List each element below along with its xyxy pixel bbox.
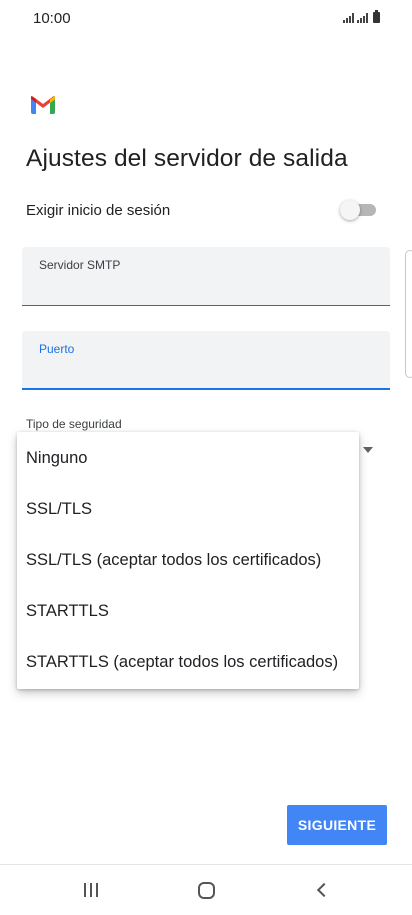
recent-apps-button[interactable]	[51, 865, 131, 915]
signal-icon	[343, 13, 354, 23]
menu-item-none[interactable]: Ninguno	[17, 433, 359, 484]
port-field[interactable]: Puerto	[22, 331, 390, 390]
back-icon	[316, 882, 332, 898]
signal-icon	[357, 13, 368, 23]
status-bar: 10:00	[0, 0, 412, 36]
menu-item-starttls-accept-all[interactable]: STARTTLS (aceptar todos los certificados…	[17, 637, 359, 688]
status-time: 10:00	[33, 10, 71, 27]
menu-item-ssl-tls-accept-all[interactable]: SSL/TLS (aceptar todos los certificados)	[17, 535, 359, 586]
smtp-server-field[interactable]: Servidor SMTP	[22, 247, 390, 306]
field-underline	[22, 388, 390, 390]
recent-apps-icon	[84, 883, 98, 897]
next-button[interactable]: SIGUIENTE	[287, 805, 387, 845]
menu-item-starttls[interactable]: STARTTLS	[17, 586, 359, 637]
battery-icon	[373, 10, 380, 23]
field-underline	[22, 305, 390, 306]
security-type-menu: Ninguno SSL/TLS SSL/TLS (aceptar todos l…	[17, 432, 359, 689]
port-label: Puerto	[39, 342, 75, 356]
gmail-logo	[31, 96, 55, 114]
page-title: Ajustes del servidor de salida	[26, 145, 348, 172]
require-login-toggle[interactable]	[340, 200, 376, 220]
status-icons	[343, 10, 380, 23]
navigation-bar	[0, 865, 412, 915]
scroll-indicator	[405, 250, 412, 378]
menu-item-ssl-tls[interactable]: SSL/TLS	[17, 484, 359, 535]
screen: 10:00 Ajustes del servidor de salida Exi…	[0, 0, 412, 915]
dropdown-arrow-icon[interactable]	[363, 447, 373, 453]
smtp-server-label: Servidor SMTP	[39, 258, 121, 272]
security-type-label: Tipo de seguridad	[26, 417, 122, 431]
back-button[interactable]	[282, 865, 362, 915]
home-button[interactable]	[166, 865, 246, 915]
home-icon	[197, 881, 215, 899]
require-login-label: Exigir inicio de sesión	[26, 202, 171, 219]
toggle-thumb	[340, 200, 360, 220]
